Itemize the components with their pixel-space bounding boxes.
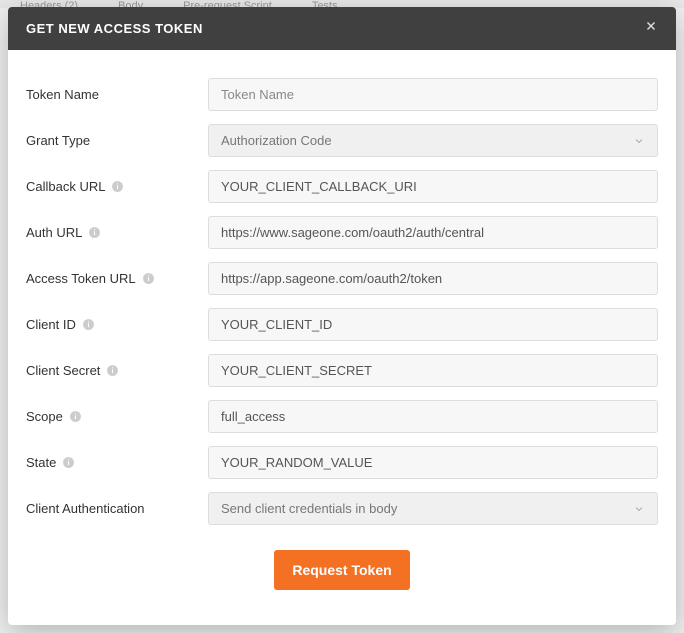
modal-body: Token Name Grant Type Authorization Code… — [8, 50, 676, 625]
close-icon — [644, 19, 658, 38]
client-secret-input[interactable] — [208, 354, 658, 387]
info-icon — [82, 318, 95, 331]
chevron-down-icon — [633, 503, 645, 515]
auth-url-input[interactable] — [208, 216, 658, 249]
modal-title: GET NEW ACCESS TOKEN — [26, 21, 203, 36]
client-auth-value: Send client credentials in body — [221, 501, 397, 516]
label-grant-type: Grant Type — [26, 133, 208, 148]
info-icon — [88, 226, 101, 239]
access-token-url-input[interactable] — [208, 262, 658, 295]
token-name-input[interactable] — [208, 78, 658, 111]
info-icon — [106, 364, 119, 377]
row-callback-url: Callback URL — [26, 170, 658, 203]
row-client-auth: Client Authentication Send client creden… — [26, 492, 658, 525]
info-icon — [111, 180, 124, 193]
row-client-secret: Client Secret — [26, 354, 658, 387]
row-auth-url: Auth URL — [26, 216, 658, 249]
row-scope: Scope — [26, 400, 658, 433]
label-state: State — [26, 455, 208, 470]
close-button[interactable] — [644, 19, 658, 38]
scope-input[interactable] — [208, 400, 658, 433]
modal-footer: Request Token — [26, 538, 658, 596]
client-auth-select[interactable]: Send client credentials in body — [208, 492, 658, 525]
info-icon — [69, 410, 82, 423]
chevron-down-icon — [633, 135, 645, 147]
label-client-auth: Client Authentication — [26, 501, 208, 516]
access-token-modal: GET NEW ACCESS TOKEN Token Name Grant Ty… — [8, 7, 676, 625]
client-id-input[interactable] — [208, 308, 658, 341]
request-token-button[interactable]: Request Token — [274, 550, 409, 590]
modal-header: GET NEW ACCESS TOKEN — [8, 7, 676, 50]
row-state: State — [26, 446, 658, 479]
label-client-id: Client ID — [26, 317, 208, 332]
row-client-id: Client ID — [26, 308, 658, 341]
callback-url-input[interactable] — [208, 170, 658, 203]
grant-type-value: Authorization Code — [221, 133, 332, 148]
row-access-token-url: Access Token URL — [26, 262, 658, 295]
label-token-name: Token Name — [26, 87, 208, 102]
grant-type-select[interactable]: Authorization Code — [208, 124, 658, 157]
row-token-name: Token Name — [26, 78, 658, 111]
info-icon — [142, 272, 155, 285]
label-auth-url: Auth URL — [26, 225, 208, 240]
row-grant-type: Grant Type Authorization Code — [26, 124, 658, 157]
info-icon — [62, 456, 75, 469]
label-callback-url: Callback URL — [26, 179, 208, 194]
state-input[interactable] — [208, 446, 658, 479]
label-scope: Scope — [26, 409, 208, 424]
label-client-secret: Client Secret — [26, 363, 208, 378]
label-access-token-url: Access Token URL — [26, 271, 208, 286]
